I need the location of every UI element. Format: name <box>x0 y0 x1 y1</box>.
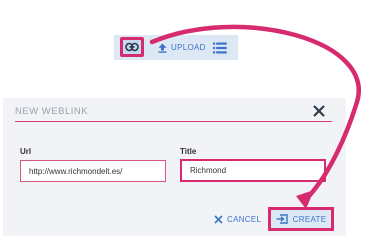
annotation-arrow <box>149 24 361 209</box>
